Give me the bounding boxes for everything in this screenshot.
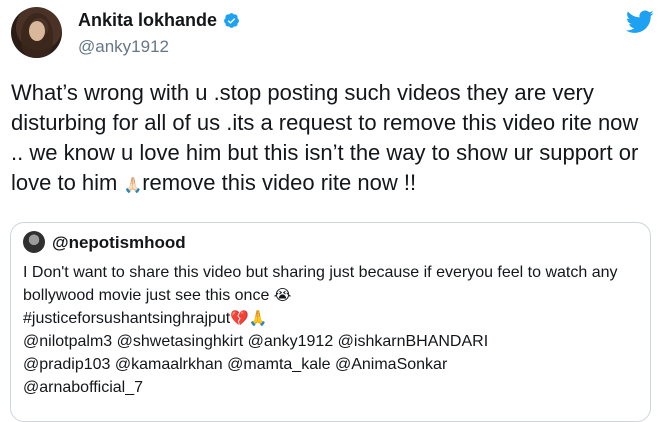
folded-hands-emoji-icon: 🙏 — [248, 310, 268, 327]
author-display-name[interactable]: Ankita lokhande — [78, 10, 217, 31]
quoted-author-avatar — [23, 231, 45, 253]
tweet-body: What’s wrong with u .stop posting such v… — [11, 78, 656, 201]
author-name-row: Ankita lokhande — [78, 10, 240, 31]
quoted-author-handle: @nepotismhood — [52, 233, 186, 252]
avatar-face — [29, 21, 45, 41]
author-avatar[interactable] — [11, 7, 62, 58]
crying-face-emoji-icon: 😭 — [273, 287, 292, 304]
mentions-line[interactable]: @arnabofficial_7 — [23, 379, 143, 396]
mentions-line[interactable]: @pradip103 @kamaalrkhan @mamta_kale @Ani… — [23, 356, 447, 373]
quoted-text-line1: I Don't want to share this video but sha… — [23, 264, 618, 304]
twitter-bird-icon[interactable] — [626, 10, 654, 34]
hashtag-link[interactable]: #justiceforsushantsinghrajput — [23, 310, 230, 327]
folded-hands-emoji-icon: 🙏🏻 — [123, 177, 143, 194]
quoted-tweet-body: I Don't want to share this video but sha… — [23, 261, 643, 399]
quoted-tweet-card[interactable]: @nepotismhood I Don't want to share this… — [10, 222, 651, 422]
tweet-text-part2: remove this video rite now !! — [142, 170, 417, 195]
author-handle[interactable]: @anky1912 — [78, 37, 169, 57]
mentions-line[interactable]: @nilotpalm3 @shwetasinghkirt @anky1912 @… — [23, 333, 488, 350]
verified-badge-icon — [224, 13, 239, 28]
broken-heart-emoji-icon: 💔 — [230, 310, 249, 327]
